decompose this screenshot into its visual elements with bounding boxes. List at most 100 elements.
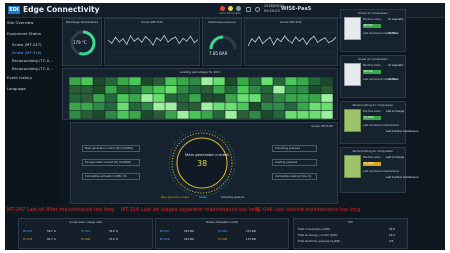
cumulative-loading-time-box: Cumulative loading time (h) — [272, 173, 317, 180]
screw-line-chart — [108, 32, 198, 58]
kpi-title: KPI — [348, 220, 353, 224]
heatmap-cell — [81, 94, 93, 102]
app-title: Edge Connectivity — [23, 5, 100, 14]
heatmap-cell — [153, 77, 165, 86]
warning-dot[interactable] — [228, 6, 233, 11]
heatmap-cell — [105, 77, 117, 86]
power-row-name: TC-008 — [218, 238, 228, 241]
alarm-message[interactable]: MT-316 Last air stages separator mainten… — [121, 207, 260, 213]
compressor-card-1[interactable]: Screw air compressor Machine name Air se… — [340, 9, 406, 52]
discharge-pressure-gauge — [209, 35, 237, 50]
heatmap-cell — [201, 85, 213, 94]
heatmap-cell — [93, 102, 105, 111]
compressor-card-4[interactable]: Reciprocating air compressor Machine nam… — [340, 147, 418, 193]
heatmap-cell — [261, 102, 273, 111]
card-value: Oil filter — [388, 32, 398, 35]
data-point — [122, 38, 124, 40]
power-row-value: 255 KW — [184, 230, 194, 233]
heatmap-cell — [117, 102, 129, 111]
series-line — [248, 35, 336, 46]
discharge-temperature-title: Discharge temperature — [65, 20, 99, 24]
data-point — [324, 37, 326, 39]
compressor-card-3[interactable]: Reciprocating air compressor Machine nam… — [340, 101, 418, 144]
heatmap-cell — [309, 77, 321, 86]
power-row-name: TC-001 — [218, 230, 228, 233]
data-point — [280, 41, 282, 43]
heatmap-cell — [285, 110, 297, 119]
info-label: Info — [236, 12, 241, 15]
kpi-value: 10.2 — [389, 234, 395, 237]
heatmap-cell — [165, 110, 177, 119]
data-point — [258, 36, 260, 38]
legend-unloading-pressure: Unloading pressure — [221, 196, 245, 199]
heatmap-cell — [201, 77, 213, 86]
heatmap-cell — [225, 102, 237, 111]
data-point — [287, 39, 289, 41]
heatmap-cell — [273, 94, 285, 102]
compressor-card-2[interactable]: Screw air compressor Machine name Air se… — [340, 55, 406, 98]
heatmap-cell — [237, 94, 249, 102]
screw-line-chart-2 — [248, 32, 336, 58]
heatmap-cell — [249, 94, 261, 102]
heatmap-cell — [81, 102, 93, 111]
data-point — [317, 41, 319, 43]
card-value: Oil filter — [388, 78, 398, 81]
heatmap-cell — [93, 85, 105, 94]
card-title: Reciprocating air compressor — [352, 103, 394, 107]
heatmap-cell — [105, 102, 117, 111]
sidebar-item-site-overview[interactable]: Site Overview — [7, 20, 33, 25]
data-point — [145, 36, 146, 38]
kpi-label: Total electricity expense ($-JDM) — [298, 240, 341, 243]
card-title: Screw air compressor — [357, 57, 389, 61]
heatmap-cell — [117, 85, 129, 94]
settings-icon[interactable] — [255, 7, 260, 12]
heatmap-cell — [285, 85, 297, 94]
alarm-dot[interactable] — [220, 6, 225, 11]
info-dot[interactable] — [236, 6, 241, 11]
main-current-panel-title: Screw (MT-316) — [311, 124, 333, 128]
data-point — [313, 35, 315, 37]
alarm-message[interactable]: MT-247 Last oil filter maintenance too l… — [7, 207, 114, 213]
heatmap-cell — [141, 85, 153, 94]
sidebar-item-event-history[interactable]: Event history — [7, 75, 32, 80]
sidebar-item-screw-mt247[interactable]: Screw (MT-247) — [12, 42, 41, 47]
sidebar-item-reciprocating-1[interactable]: Reciprocating (TC-0... — [12, 58, 53, 63]
compressor-image — [344, 17, 361, 40]
card-label: Last mechanical maintenance — [363, 124, 399, 127]
heatmap-cell — [129, 85, 141, 94]
loading-heatmap-title: Loading percentage for 20hr — [180, 70, 220, 74]
heatmap-cell — [69, 85, 81, 94]
heatmap-cell — [177, 77, 189, 86]
heatmap-cell — [285, 94, 297, 102]
sidebar-item-equipment-status[interactable]: Equipment Status — [7, 31, 41, 36]
data-point — [273, 44, 275, 46]
heatmap-cell — [261, 94, 273, 102]
heatmap-cell — [309, 94, 321, 102]
data-point — [126, 43, 128, 45]
data-point — [167, 41, 169, 43]
heatmap-cell — [117, 94, 129, 102]
heatmap-cell — [237, 110, 249, 119]
card-label: Machine name — [363, 156, 381, 159]
card-label: Machine name — [363, 64, 381, 67]
heatmap-cell — [285, 102, 297, 111]
brand-logo: EDI — [8, 6, 20, 14]
sidebar-item-language[interactable]: Language — [7, 86, 26, 91]
data-point — [152, 44, 154, 46]
alarm-message[interactable]: TC-046 Last routine maintenance too long — [255, 207, 360, 213]
sidebar-item-reciprocating-2[interactable]: Reciprocating (TC-0... — [12, 66, 53, 71]
heatmap-cell — [189, 85, 201, 94]
app-window: EDI Edge Connectivity Alarm Warning Info… — [5, 3, 445, 250]
data-point — [163, 35, 165, 36]
user-icon[interactable] — [246, 7, 251, 12]
card-label: Machine name — [363, 110, 381, 113]
heatmap-cell — [309, 110, 321, 119]
heatmap-cell — [69, 77, 81, 86]
discharge-temperature-value: 179 °C — [73, 40, 87, 45]
data-point — [175, 36, 176, 38]
data-point — [291, 42, 293, 44]
sidebar-item-screw-mt316[interactable]: Screw (MT-316) — [12, 50, 41, 55]
card-status-bar: TC-0001 — [363, 116, 381, 120]
loading-pressure-box: Loading pressure — [272, 159, 317, 166]
heatmap-cell — [213, 94, 225, 102]
